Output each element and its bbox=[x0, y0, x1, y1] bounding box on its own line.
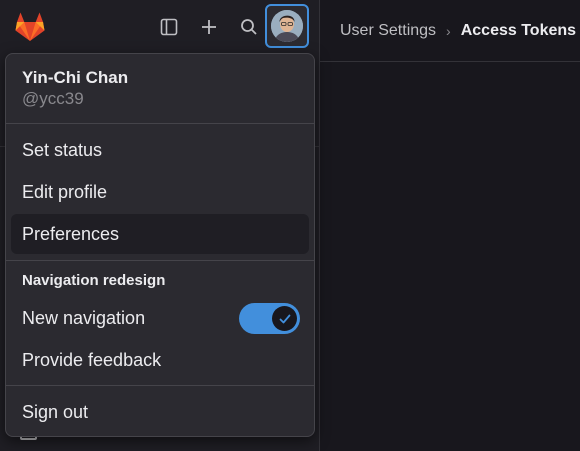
search-icon[interactable] bbox=[236, 14, 262, 40]
user-menu-dropdown: Yin-Chi Chan @ycc39 Set status Edit prof… bbox=[5, 53, 315, 437]
menu-divider bbox=[6, 123, 314, 124]
user-handle[interactable]: @ycc39 bbox=[22, 89, 84, 109]
avatar bbox=[271, 10, 303, 42]
sidebar-top-bar bbox=[0, 0, 319, 56]
menu-divider bbox=[6, 385, 314, 386]
menu-divider bbox=[6, 260, 314, 261]
chevron-right-icon: › bbox=[446, 22, 451, 39]
sidebar-toggle-icon[interactable] bbox=[156, 14, 182, 40]
plus-icon[interactable] bbox=[196, 14, 222, 40]
toggle-knob bbox=[272, 306, 297, 331]
user-avatar-button[interactable] bbox=[265, 4, 309, 48]
breadcrumb-access-tokens: Access Tokens bbox=[460, 21, 577, 39]
provide-feedback-item[interactable]: Provide feedback bbox=[11, 340, 309, 380]
sign-out-item[interactable]: Sign out bbox=[11, 392, 309, 432]
preferences-item[interactable]: Preferences bbox=[11, 214, 309, 254]
gitlab-logo-icon[interactable] bbox=[12, 10, 48, 44]
set-status-item[interactable]: Set status bbox=[11, 130, 309, 170]
navigation-redesign-heading: Navigation redesign bbox=[22, 272, 166, 289]
checkmark-icon bbox=[279, 314, 290, 323]
breadcrumb-user-settings[interactable]: User Settings bbox=[340, 22, 436, 40]
breadcrumb: User Settings › Access Tokens bbox=[320, 0, 580, 62]
user-name[interactable]: Yin-Chi Chan bbox=[22, 68, 128, 88]
edit-profile-item[interactable]: Edit profile bbox=[11, 172, 309, 212]
new-navigation-toggle[interactable] bbox=[239, 303, 300, 334]
